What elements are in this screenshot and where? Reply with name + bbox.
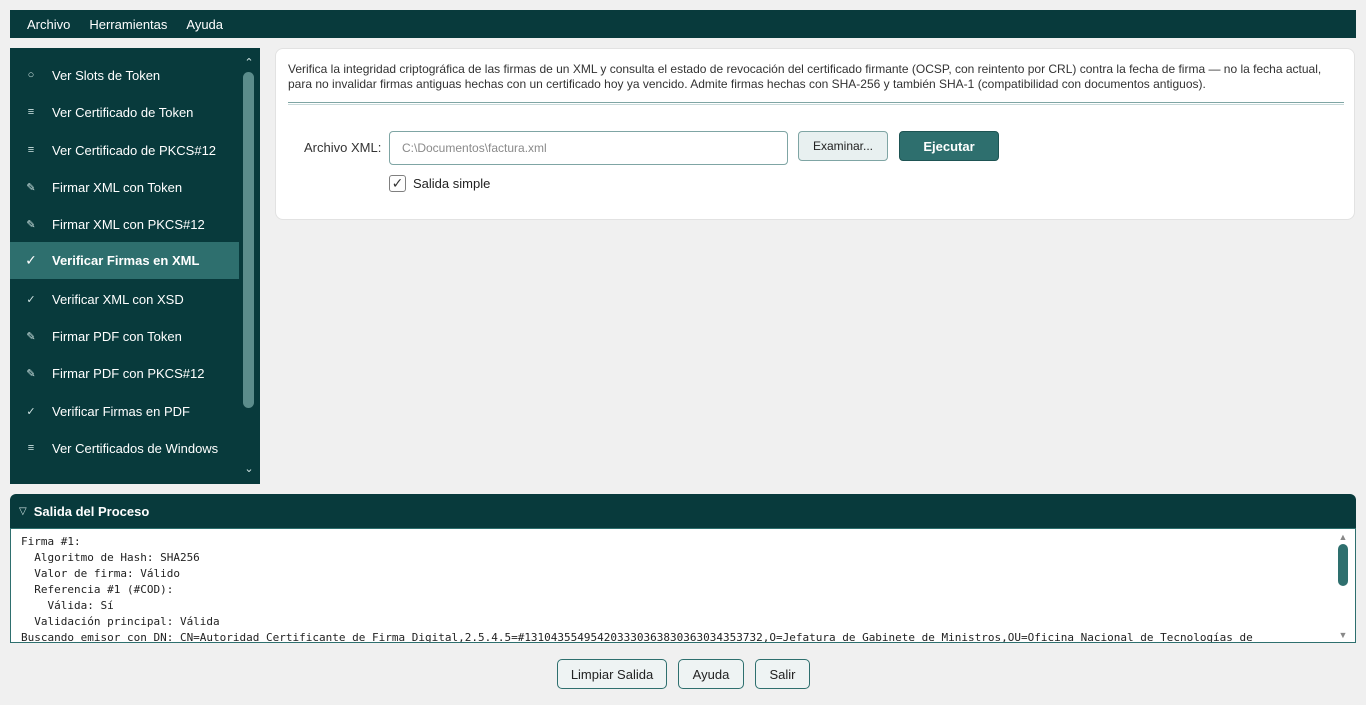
scroll-down-icon[interactable]: ⌄ bbox=[242, 462, 256, 476]
xml-file-label: Archivo XML: bbox=[304, 140, 382, 155]
help-button[interactable]: Ayuda bbox=[678, 659, 744, 689]
divider bbox=[288, 102, 1344, 105]
sidebar-item-ver-certificado-pkcs12[interactable]: ≡ Ver Certificado de PKCS#12 bbox=[10, 132, 239, 168]
sidebar-item-label: Verificar XML con XSD bbox=[52, 291, 184, 307]
pen-icon: ✎ bbox=[26, 330, 36, 343]
simple-output-checkbox[interactable]: ✓ bbox=[389, 175, 406, 192]
sidebar-item-label: Ver Certificados de Windows bbox=[52, 440, 219, 456]
verify-xml-panel: Verifica la integridad criptográfica de … bbox=[275, 48, 1355, 220]
sidebar-item-label: Firmar XML con PKCS#12 bbox=[52, 216, 205, 232]
sidebar-item-verificar-firmas-xml[interactable]: ✓ Verificar Firmas en XML bbox=[10, 242, 239, 279]
menu-ayuda[interactable]: Ayuda bbox=[186, 17, 223, 32]
sidebar-item-firmar-xml-pkcs12[interactable]: ✎ Firmar XML con PKCS#12 bbox=[10, 206, 239, 242]
scroll-up-icon[interactable]: ▲ bbox=[1337, 531, 1349, 543]
sidebar-item-label: Ver Certificado de Token bbox=[52, 104, 194, 120]
browse-button[interactable]: Examinar... bbox=[798, 131, 888, 161]
panel-description: Verifica la integridad criptográfica de … bbox=[288, 62, 1322, 91]
xml-file-input[interactable] bbox=[389, 131, 788, 165]
simple-output-option[interactable]: ✓ Salida simple bbox=[389, 175, 490, 192]
sidebar-item-firmar-pdf-pkcs12[interactable]: ✎ Firmar PDF con PKCS#12 bbox=[10, 355, 239, 391]
sidebar-item-label: Ver Certificado de PKCS#12 bbox=[52, 142, 217, 158]
list-icon: ≡ bbox=[27, 144, 35, 156]
output-console[interactable]: Firma #1: Algoritmo de Hash: SHA256 Valo… bbox=[10, 528, 1356, 643]
sidebar-item-label: Verificar Firmas en XML bbox=[52, 253, 200, 268]
simple-output-label: Salida simple bbox=[413, 176, 491, 191]
circle-icon: ○ bbox=[27, 69, 35, 81]
sidebar-item-verificar-xml-xsd[interactable]: ✓ Verificar XML con XSD bbox=[10, 281, 239, 317]
output-title: Salida del Proceso bbox=[33, 503, 150, 519]
menu-bar: Archivo Herramientas Ayuda bbox=[10, 10, 1356, 38]
sidebar-item-ver-certificado-token[interactable]: ≡ Ver Certificado de Token bbox=[10, 94, 239, 130]
sidebar-item-label: Firmar PDF con Token bbox=[52, 328, 182, 344]
run-button[interactable]: Ejecutar bbox=[899, 131, 999, 161]
list-icon: ≡ bbox=[27, 106, 35, 118]
pen-icon: ✎ bbox=[26, 218, 36, 231]
sidebar-item-verificar-firmas-pdf[interactable]: ✓ Verificar Firmas en PDF bbox=[10, 393, 239, 429]
sidebar-item-firmar-pdf-token[interactable]: ✎ Firmar PDF con Token bbox=[10, 318, 239, 354]
exit-button[interactable]: Salir bbox=[755, 659, 810, 689]
menu-herramientas[interactable]: Herramientas bbox=[89, 17, 167, 32]
check-icon: ✓ bbox=[26, 405, 36, 418]
sidebar-item-firmar-xml-token[interactable]: ✎ Firmar XML con Token bbox=[10, 169, 239, 205]
check-icon: ✓ bbox=[25, 252, 37, 268]
sidebar-item-label: Firmar PDF con PKCS#12 bbox=[52, 365, 205, 381]
sidebar-item-label: Firmar XML con Token bbox=[52, 179, 183, 195]
pen-icon: ✎ bbox=[26, 181, 36, 194]
scroll-down-icon[interactable]: ▼ bbox=[1337, 629, 1349, 641]
sidebar-scrollbar-thumb[interactable] bbox=[243, 72, 254, 408]
clear-output-button[interactable]: Limpiar Salida bbox=[557, 659, 667, 689]
output-header[interactable]: ▽ Salida del Proceso bbox=[10, 494, 1356, 528]
collapse-chevron-icon[interactable]: ▽ bbox=[19, 506, 27, 517]
check-icon: ✓ bbox=[26, 293, 36, 306]
sidebar-item-label: Verificar Firmas en PDF bbox=[52, 403, 190, 419]
sidebar-item-ver-certificados-windows[interactable]: ≡ Ver Certificados de Windows bbox=[10, 430, 239, 466]
scroll-up-icon[interactable]: ⌃ bbox=[242, 56, 256, 70]
sidebar-item-label: Ver Slots de Token bbox=[52, 67, 161, 83]
sidebar: ○ Ver Slots de Token ≡ Ver Certificado d… bbox=[10, 48, 260, 484]
pen-icon: ✎ bbox=[26, 367, 36, 380]
sidebar-item-ver-slots-token[interactable]: ○ Ver Slots de Token bbox=[10, 57, 239, 93]
output-scrollbar-thumb[interactable] bbox=[1338, 544, 1348, 586]
menu-archivo[interactable]: Archivo bbox=[27, 17, 70, 32]
list-icon: ≡ bbox=[27, 442, 35, 454]
output-text: Firma #1: Algoritmo de Hash: SHA256 Valo… bbox=[21, 535, 1253, 643]
checkmark-icon: ✓ bbox=[391, 175, 404, 191]
